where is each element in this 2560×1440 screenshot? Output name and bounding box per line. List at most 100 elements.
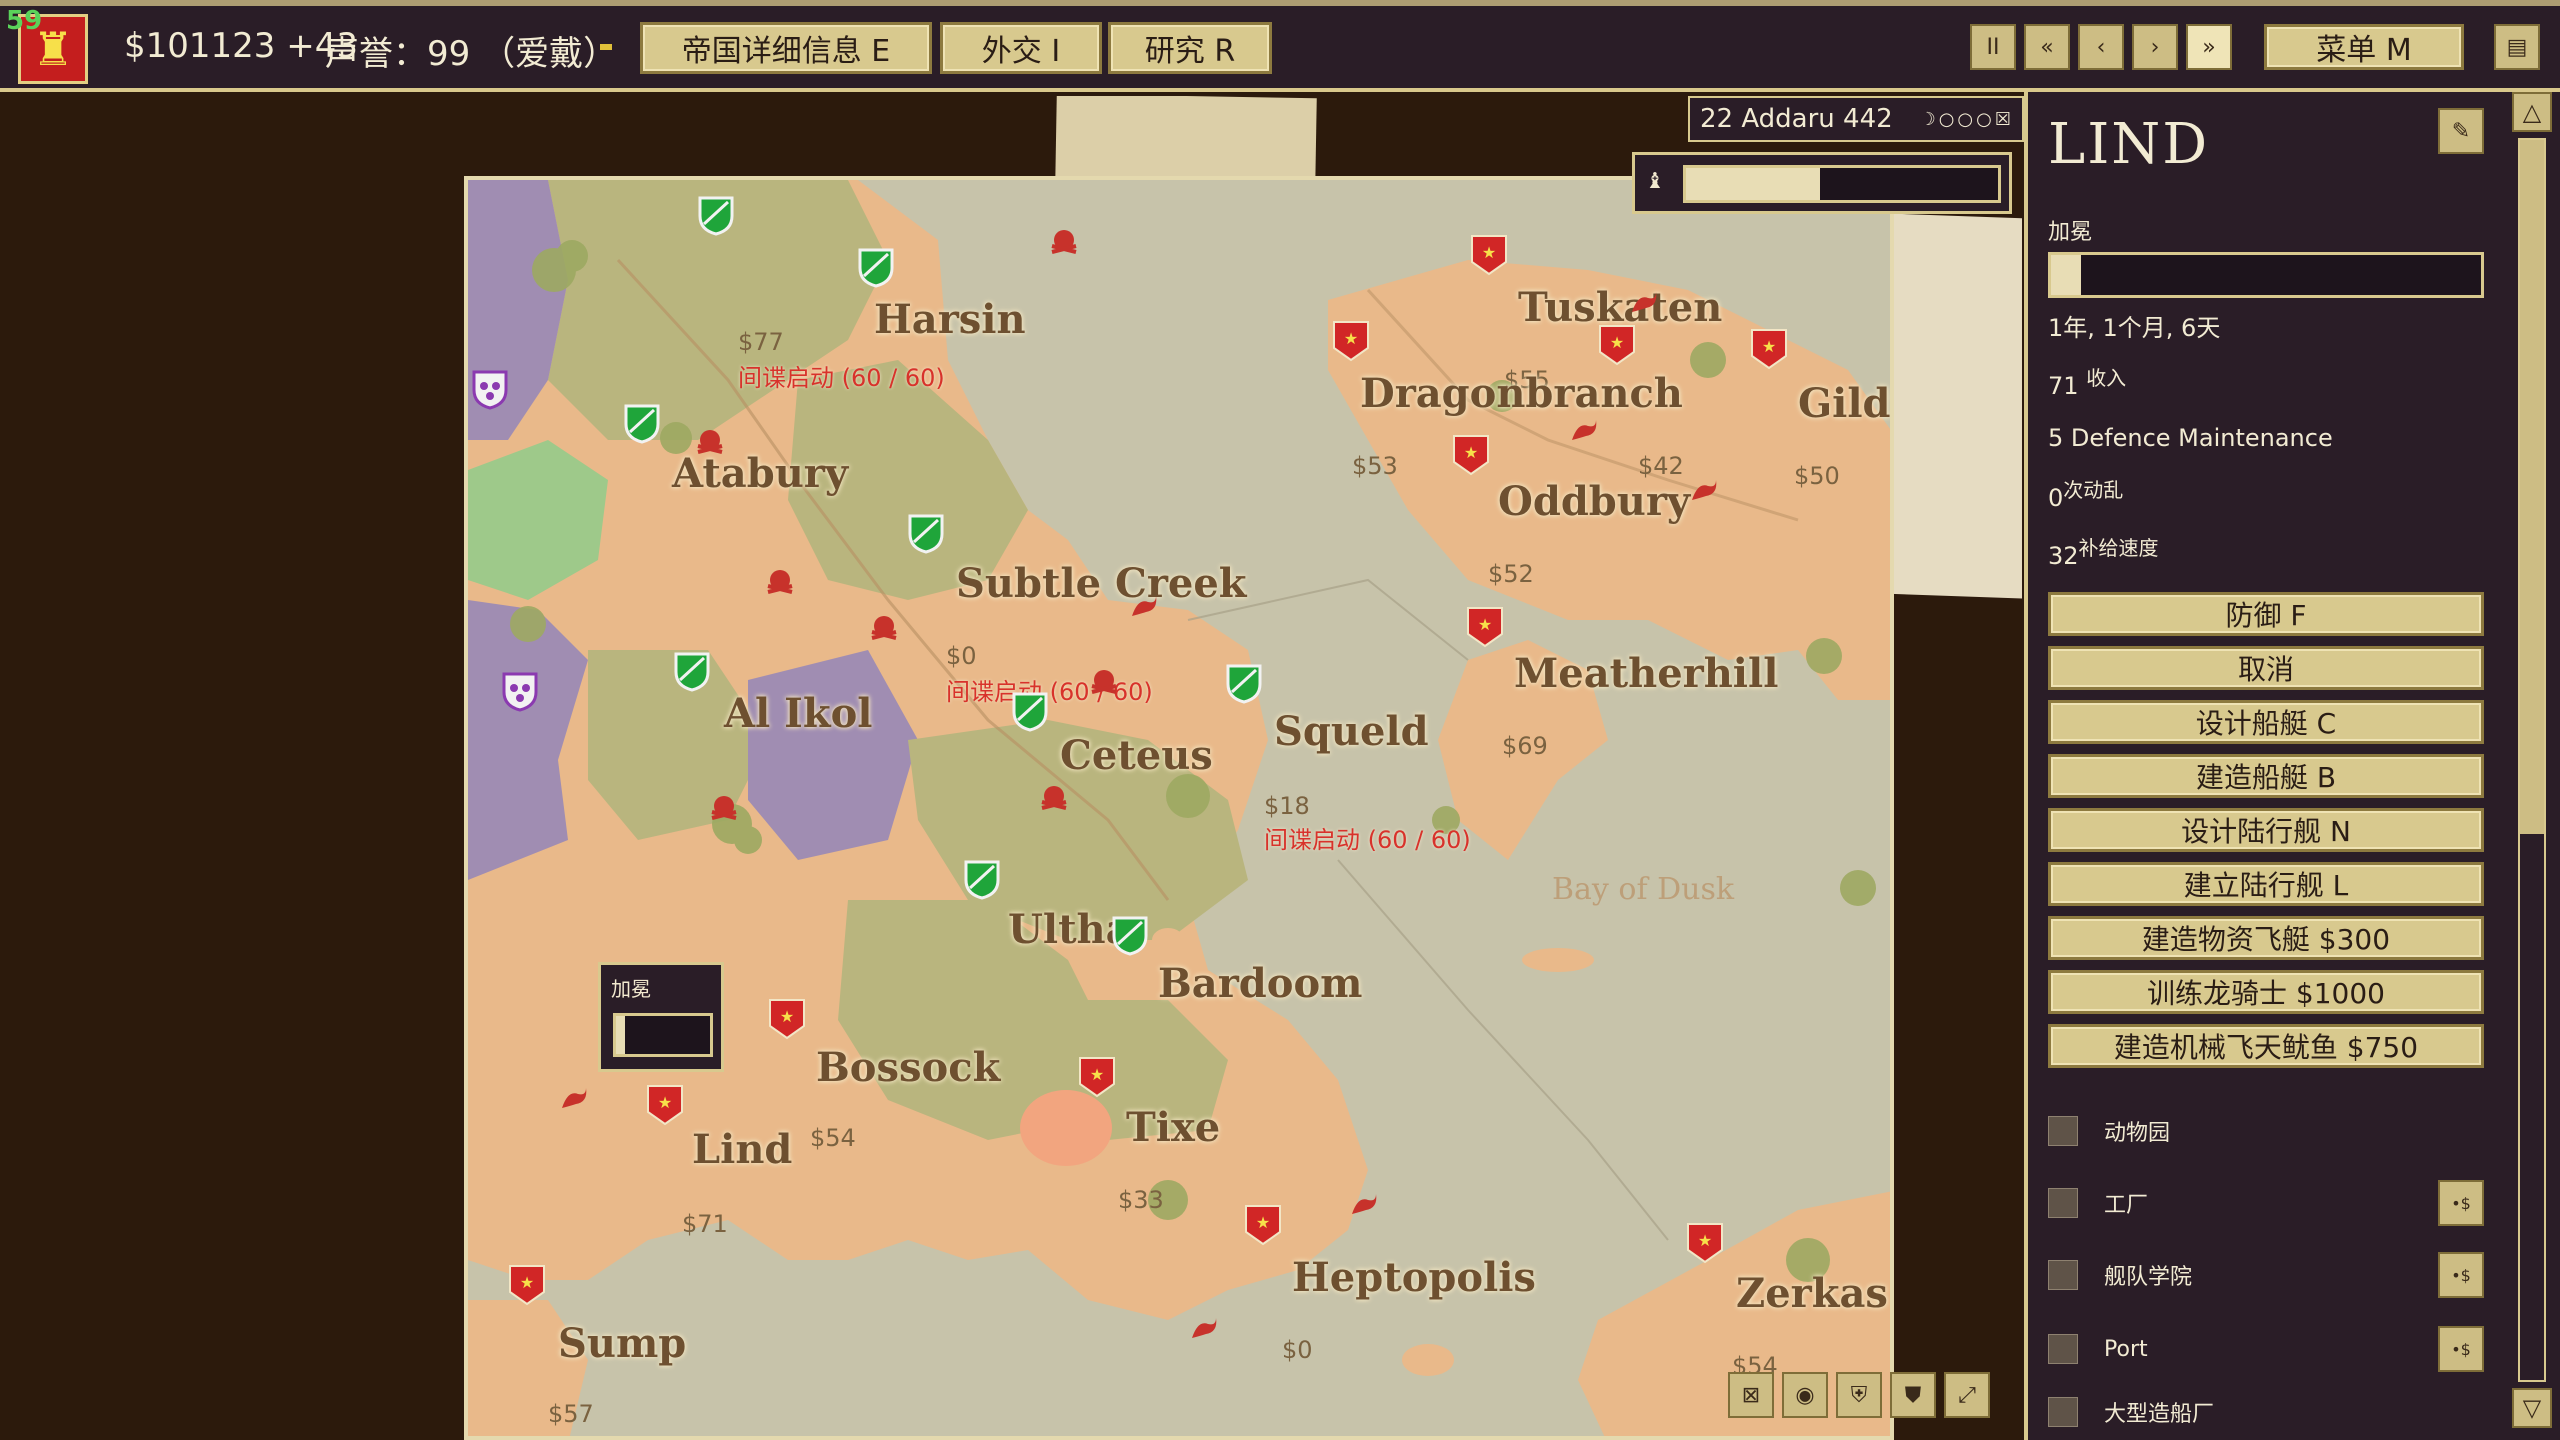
skull-icon[interactable]	[708, 792, 740, 824]
city-label-ceteus[interactable]: Ceteus	[1060, 732, 1213, 779]
player-flag-icon[interactable]: ★	[646, 1084, 684, 1126]
skull-icon[interactable]	[1088, 666, 1120, 698]
dragon-icon[interactable]	[1628, 288, 1660, 320]
building-factory[interactable]: 工厂 •$	[2048, 1178, 2484, 1228]
cancel-button[interactable]: 取消	[2048, 646, 2484, 690]
fps-counter: 59	[6, 6, 43, 36]
building-zoo[interactable]: 动物园	[2048, 1106, 2484, 1156]
city-label-squeld[interactable]: Squeld	[1274, 708, 1429, 755]
speed-normal-button[interactable]: ›	[2132, 24, 2178, 70]
neutral-faction-icon[interactable]	[502, 672, 538, 712]
build-mech-squid-button[interactable]: 建造机械飞天鱿鱼 $750	[2048, 1024, 2484, 1068]
skull-icon[interactable]	[764, 566, 796, 598]
empire-details-button[interactable]: 帝国详细信息 E	[640, 22, 932, 74]
dragon-icon[interactable]	[1688, 476, 1720, 508]
skull-icon[interactable]	[1048, 226, 1080, 258]
building-fleet-academy[interactable]: 舰队学院 •$	[2048, 1250, 2484, 1300]
city-coronation-popup[interactable]: 加冕	[598, 962, 724, 1072]
design-ship-button[interactable]: 设计船艇 C	[2048, 700, 2484, 744]
dragon-icon[interactable]	[1128, 592, 1160, 624]
dragon-icon[interactable]	[1568, 416, 1600, 448]
dragon-icon[interactable]	[558, 1084, 590, 1116]
city-label-oddbury[interactable]: Oddbury	[1498, 478, 1690, 525]
design-landship-button[interactable]: 设计陆行舰 N	[2048, 808, 2484, 852]
player-flag-icon[interactable]: ★	[1078, 1056, 1116, 1098]
speed-slowest-button[interactable]: «	[2024, 24, 2070, 70]
scroll-down-button[interactable]: ▽	[2512, 1388, 2552, 1428]
city-label-bossock[interactable]: Bossock	[816, 1044, 1000, 1091]
scroll-thumb[interactable]	[2520, 140, 2544, 835]
scroll-up-button[interactable]: △	[2512, 92, 2552, 132]
research-progress-box[interactable]: ♝	[1632, 152, 2012, 214]
panel-scrollbar[interactable]: △ ▽	[2508, 92, 2558, 1440]
city-label-gildfield[interactable]: Gildfield	[1798, 380, 1890, 427]
map-viewport[interactable]: Harsin $77 间谍启动 (60 / 60) Atabury Al Iko…	[0, 96, 2022, 1440]
map-tool-expand-icon[interactable]: ⤢	[1944, 1372, 1990, 1418]
city-label-tixe[interactable]: Tixe	[1126, 1104, 1220, 1151]
ally-shield-icon[interactable]	[1012, 692, 1048, 732]
build-ship-button[interactable]: 建造船艇 B	[2048, 754, 2484, 798]
ally-shield-icon[interactable]	[908, 514, 944, 554]
player-flag-icon[interactable]: ★	[768, 998, 806, 1040]
player-flag-icon[interactable]: ★	[1244, 1204, 1282, 1246]
world-map[interactable]: Harsin $77 间谍启动 (60 / 60) Atabury Al Iko…	[464, 176, 1894, 1440]
defend-button[interactable]: 防御 F	[2048, 592, 2484, 636]
map-tool-minimap-icon[interactable]: ⊠	[1728, 1372, 1774, 1418]
map-tool-shield-icon[interactable]: ⛨	[1836, 1372, 1882, 1418]
menu-button[interactable]: 菜单 M	[2264, 24, 2464, 70]
map-tool-defence-icon[interactable]: ⛊	[1890, 1372, 1936, 1418]
neutral-faction-icon[interactable]	[472, 370, 508, 410]
city-label-heptopolis[interactable]: Heptopolis	[1292, 1254, 1536, 1301]
city-label-meatherhill[interactable]: Meatherhill	[1514, 650, 1778, 697]
ally-shield-icon[interactable]	[1112, 916, 1148, 956]
ally-shield-icon[interactable]	[1226, 664, 1262, 704]
ally-shield-icon[interactable]	[964, 860, 1000, 900]
ally-shield-icon[interactable]	[674, 652, 710, 692]
sell-building-button[interactable]: •$	[2438, 1252, 2484, 1298]
player-flag-icon[interactable]: ★	[1470, 234, 1508, 276]
ally-shield-icon[interactable]	[858, 248, 894, 288]
rename-pencil-icon[interactable]: ✎	[2438, 108, 2484, 154]
svg-text:★: ★	[520, 1273, 534, 1292]
encyclopedia-book-icon[interactable]: ▤	[2494, 24, 2540, 70]
player-flag-icon[interactable]: ★	[1332, 320, 1370, 362]
building-large-shipyard[interactable]: 大型造船厂	[2048, 1392, 2484, 1432]
pause-button[interactable]: II	[1970, 24, 2016, 70]
dragon-icon[interactable]	[1348, 1190, 1380, 1222]
skull-icon[interactable]	[868, 612, 900, 644]
player-flag-icon[interactable]: ★	[1466, 606, 1504, 648]
ally-shield-icon[interactable]	[624, 404, 660, 444]
dragon-icon[interactable]	[1188, 1314, 1220, 1346]
building-port[interactable]: Port •$	[2048, 1324, 2484, 1374]
speed-fast-button[interactable]: »	[2186, 24, 2232, 70]
research-button[interactable]: 研究 R	[1108, 22, 1272, 74]
svg-text:★: ★	[1464, 443, 1478, 462]
svg-text:★: ★	[1090, 1065, 1104, 1084]
diplomacy-button[interactable]: 外交 I	[940, 22, 1102, 74]
city-label-zerkas[interactable]: Zerkas	[1736, 1270, 1888, 1317]
city-label-harsin[interactable]: Harsin	[874, 296, 1026, 343]
city-label-subtle-creek[interactable]: Subtle Creek	[956, 560, 1247, 607]
player-flag-icon[interactable]: ★	[1686, 1222, 1724, 1264]
map-tool-globe-icon[interactable]: ◉	[1782, 1372, 1828, 1418]
sell-building-button[interactable]: •$	[2438, 1326, 2484, 1372]
city-label-dragonbranch[interactable]: Dragonbranch	[1360, 370, 1683, 417]
city-label-al-ikol[interactable]: Al Ikol	[724, 690, 872, 737]
city-label-lind[interactable]: Lind	[692, 1126, 792, 1173]
skull-icon[interactable]	[694, 426, 726, 458]
skull-icon[interactable]	[1038, 782, 1070, 814]
player-flag-icon[interactable]: ★	[1598, 324, 1636, 366]
city-label-bardoom[interactable]: Bardoom	[1158, 960, 1362, 1007]
build-supply-airship-button[interactable]: 建造物资飞艇 $300	[2048, 916, 2484, 960]
scroll-track[interactable]	[2518, 138, 2546, 1382]
build-landship-button[interactable]: 建立陆行舰 L	[2048, 862, 2484, 906]
player-flag-icon[interactable]: ★	[508, 1264, 546, 1306]
unrest-value: 0	[2048, 484, 2064, 512]
ally-shield-icon[interactable]	[698, 196, 734, 236]
player-flag-icon[interactable]: ★	[1750, 328, 1788, 370]
sell-building-button[interactable]: •$	[2438, 1180, 2484, 1226]
speed-slow-button[interactable]: ‹	[2078, 24, 2124, 70]
city-label-sump[interactable]: Sump	[558, 1320, 686, 1367]
train-dragon-rider-button[interactable]: 训练龙骑士 $1000	[2048, 970, 2484, 1014]
player-flag-icon[interactable]: ★	[1452, 434, 1490, 476]
